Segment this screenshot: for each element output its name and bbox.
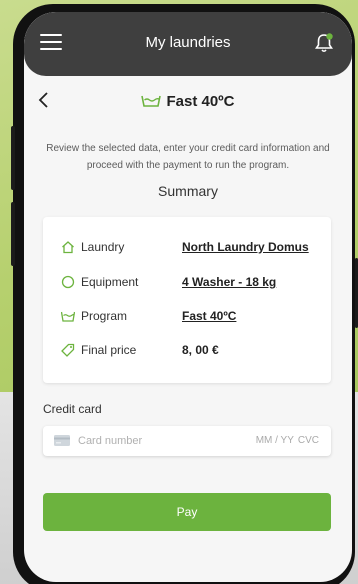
summary-row-equipment: Equipment 4 Washer - 18 kg [43, 272, 331, 292]
summary-card: Laundry North Laundry Domus Equipment 4 … [43, 217, 331, 383]
cvc-input[interactable]: CVC [298, 435, 319, 446]
program-link[interactable]: Fast 40ºC [182, 309, 236, 323]
tag-icon [61, 343, 75, 357]
summary-row-price: Final price 8, 00 € [43, 340, 331, 360]
credit-card-label: Credit card [43, 402, 102, 416]
laundry-link[interactable]: North Laundry Domus [182, 240, 309, 254]
instructions-text: Review the selected data, enter your cre… [46, 143, 330, 171]
summary-label: Final price [81, 343, 137, 357]
app-screen: My laundries Fast 40ºC Review the select… [24, 12, 352, 582]
home-icon [62, 241, 74, 254]
credit-card-icon [54, 435, 70, 446]
final-price-value: 8, 00 € [182, 343, 219, 357]
circle-icon [61, 275, 75, 289]
washing-program-icon [61, 311, 75, 322]
phone-side-button [11, 126, 15, 190]
card-extra-fields: MM / YY CVC [252, 435, 319, 446]
summary-label: Laundry [81, 240, 125, 254]
summary-row-laundry: Laundry North Laundry Domus [43, 237, 331, 257]
summary-row-program: Program Fast 40ºC [43, 306, 331, 326]
credit-card-field[interactable]: MM / YY CVC [43, 426, 331, 456]
summary-label: Program [81, 309, 128, 323]
phone-side-button [11, 202, 15, 266]
card-number-input[interactable] [78, 432, 228, 450]
app-title: My laundries [145, 34, 231, 51]
equipment-link[interactable]: 4 Washer - 18 kg [182, 275, 276, 289]
washing-program-icon [141, 95, 162, 107]
expiry-date-input[interactable]: MM / YY [256, 435, 294, 446]
page-title: Fast 40ºC [24, 93, 352, 110]
summary-heading: Summary [158, 183, 218, 199]
app-header: My laundries [24, 12, 352, 76]
pay-button[interactable]: Pay [43, 493, 331, 531]
notification-bell-icon[interactable] [314, 32, 334, 54]
page-title-text: Fast 40ºC [166, 93, 235, 110]
summary-label: Equipment [81, 275, 139, 289]
